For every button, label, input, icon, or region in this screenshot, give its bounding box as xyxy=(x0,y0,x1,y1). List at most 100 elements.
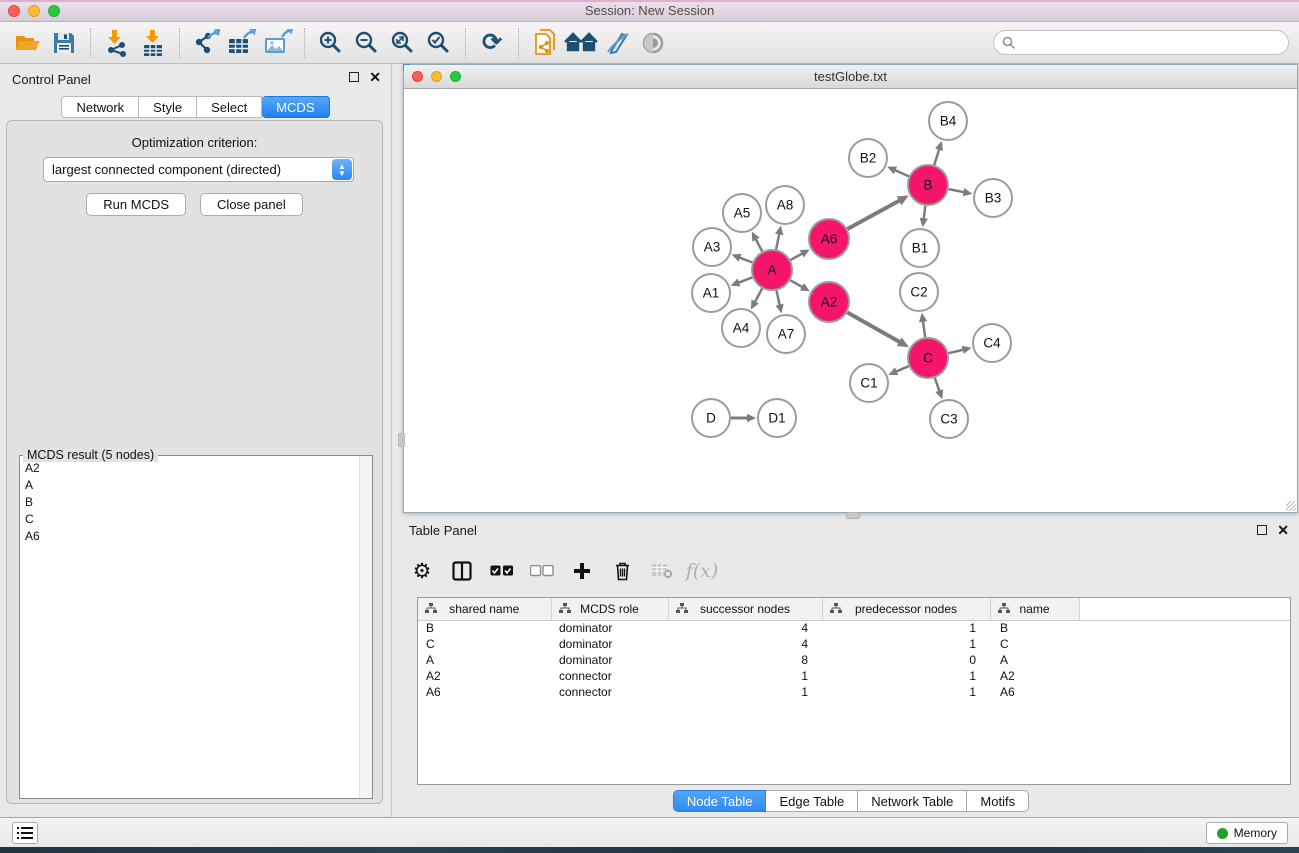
cell[interactable]: 1 xyxy=(822,684,990,700)
cell[interactable]: 1 xyxy=(668,684,822,700)
float-table-panel-icon[interactable] xyxy=(1257,525,1267,535)
edge-C-C2[interactable] xyxy=(923,321,925,337)
mcds-result-list[interactable]: A2ABCA6 xyxy=(20,459,358,798)
cell[interactable]: A2 xyxy=(990,668,1079,684)
edge-A-A5[interactable] xyxy=(756,239,763,252)
refresh-icon[interactable]: ⟳ xyxy=(474,26,510,60)
export-table-icon[interactable] xyxy=(224,26,260,60)
edge-C-C4[interactable] xyxy=(948,350,963,354)
edge-A-A3[interactable] xyxy=(739,257,752,262)
cell[interactable]: B xyxy=(418,620,551,636)
delete-table-icon[interactable] xyxy=(649,556,675,586)
edge-B-B4[interactable] xyxy=(934,149,939,165)
edge-C-C3[interactable] xyxy=(935,378,940,392)
tab-motifs[interactable]: Motifs xyxy=(967,790,1029,812)
cell[interactable]: 8 xyxy=(668,652,822,668)
select-all-icon[interactable] xyxy=(489,556,515,586)
edge-A-A7[interactable] xyxy=(776,291,779,306)
annotation-mode-icon[interactable] xyxy=(599,26,635,60)
cell[interactable]: 4 xyxy=(668,636,822,652)
column-header-name[interactable]: name xyxy=(990,598,1079,620)
cell[interactable]: dominator xyxy=(551,636,668,652)
cell[interactable]: A6 xyxy=(418,684,551,700)
network-window-titlebar[interactable]: testGlobe.txt xyxy=(404,65,1297,89)
cell[interactable]: 1 xyxy=(668,668,822,684)
tab-network[interactable]: Network xyxy=(61,96,139,118)
zoom-selected-icon[interactable] xyxy=(421,26,457,60)
close-panel-button[interactable]: Close panel xyxy=(200,193,303,216)
memory-button[interactable]: Memory xyxy=(1206,822,1288,844)
table-settings-icon[interactable]: ⚙ xyxy=(409,556,435,586)
task-history-button[interactable] xyxy=(12,822,38,844)
add-row-icon[interactable] xyxy=(569,556,595,586)
result-item[interactable]: C xyxy=(20,510,358,527)
cell[interactable]: 1 xyxy=(822,620,990,636)
column-header-successor-nodes[interactable]: successor nodes xyxy=(668,598,822,620)
cell[interactable]: 1 xyxy=(822,668,990,684)
edge-B-B1[interactable] xyxy=(924,206,926,219)
cell[interactable]: 0 xyxy=(822,652,990,668)
zoom-in-icon[interactable] xyxy=(313,26,349,60)
tab-mcds[interactable]: MCDS xyxy=(262,96,329,118)
cell[interactable]: C xyxy=(418,636,551,652)
tab-edge-table[interactable]: Edge Table xyxy=(766,790,858,812)
tab-node-table[interactable]: Node Table xyxy=(673,790,767,812)
edge-C-C1[interactable] xyxy=(896,366,909,371)
cell[interactable]: 4 xyxy=(668,620,822,636)
close-panel-icon[interactable]: ✕ xyxy=(369,72,381,82)
table-row[interactable]: A6connector11A6 xyxy=(418,684,1291,700)
edge-A-A2[interactable] xyxy=(790,280,803,287)
import-network-icon[interactable] xyxy=(99,26,135,60)
cell[interactable]: A6 xyxy=(990,684,1079,700)
result-item[interactable]: A2 xyxy=(20,459,358,476)
column-header-predecessor-nodes[interactable]: predecessor nodes xyxy=(822,598,990,620)
result-item[interactable]: B xyxy=(20,493,358,510)
network-window[interactable]: testGlobe.txt B4B2BB3A8A5A6A3B1AA1C2A2A4… xyxy=(403,64,1298,513)
zoom-fit-icon[interactable] xyxy=(385,26,421,60)
criterion-select[interactable]: largest connected component (directed) ▲… xyxy=(43,157,354,182)
home-pages-icon[interactable] xyxy=(563,26,599,60)
frame-resize-grip[interactable] xyxy=(1286,501,1296,511)
edge-A-A8[interactable] xyxy=(776,233,779,249)
edge-A-A1[interactable] xyxy=(738,277,752,282)
cell[interactable]: connector xyxy=(551,668,668,684)
function-builder-icon[interactable]: f(x) xyxy=(689,556,715,586)
table-row[interactable]: Cdominator41C xyxy=(418,636,1291,652)
edge-B-B2[interactable] xyxy=(894,170,908,176)
zoom-out-icon[interactable] xyxy=(349,26,385,60)
cell[interactable]: A2 xyxy=(418,668,551,684)
save-session-icon[interactable] xyxy=(46,26,82,60)
tab-network-table[interactable]: Network Table xyxy=(858,790,967,812)
table-row[interactable]: Bdominator41B xyxy=(418,620,1291,636)
import-table-icon[interactable] xyxy=(135,26,171,60)
edge-A-A6[interactable] xyxy=(790,253,802,260)
new-network-from-selection-icon[interactable] xyxy=(527,26,563,60)
result-item[interactable]: A6 xyxy=(20,527,358,544)
cell[interactable]: dominator xyxy=(551,652,668,668)
cell[interactable]: A xyxy=(990,652,1079,668)
result-item[interactable]: A xyxy=(20,476,358,493)
cell[interactable]: 1 xyxy=(822,636,990,652)
column-header-MCDS-role[interactable]: MCDS role xyxy=(551,598,668,620)
show-columns-icon[interactable] xyxy=(449,556,475,586)
float-panel-icon[interactable] xyxy=(349,72,359,82)
network-graph[interactable]: B4B2BB3A8A5A6A3B1AA1C2A2A4A7C4CC1DD1C3 xyxy=(404,89,1297,512)
export-image-icon[interactable] xyxy=(260,26,296,60)
close-table-panel-icon[interactable]: ✕ xyxy=(1277,525,1289,535)
cell[interactable]: A xyxy=(418,652,551,668)
edge-A2-C[interactable] xyxy=(847,312,900,342)
edge-A6-B[interactable] xyxy=(847,200,899,229)
run-mcds-button[interactable]: Run MCDS xyxy=(86,193,186,216)
result-scrollbar[interactable] xyxy=(359,456,372,798)
unselect-all-icon[interactable] xyxy=(529,556,555,586)
show-hide-icon[interactable] xyxy=(635,26,671,60)
cell[interactable]: B xyxy=(990,620,1079,636)
search-field[interactable] xyxy=(993,30,1289,55)
table-header-row[interactable]: shared nameMCDS rolesuccessor nodesprede… xyxy=(418,598,1291,620)
table-row[interactable]: A2connector11A2 xyxy=(418,668,1291,684)
table-row[interactable]: Adominator80A xyxy=(418,652,1291,668)
vertical-scroll-thumb[interactable] xyxy=(398,433,405,447)
open-file-icon[interactable] xyxy=(10,26,46,60)
export-network-icon[interactable] xyxy=(188,26,224,60)
column-header-shared-name[interactable]: shared name xyxy=(418,598,551,620)
